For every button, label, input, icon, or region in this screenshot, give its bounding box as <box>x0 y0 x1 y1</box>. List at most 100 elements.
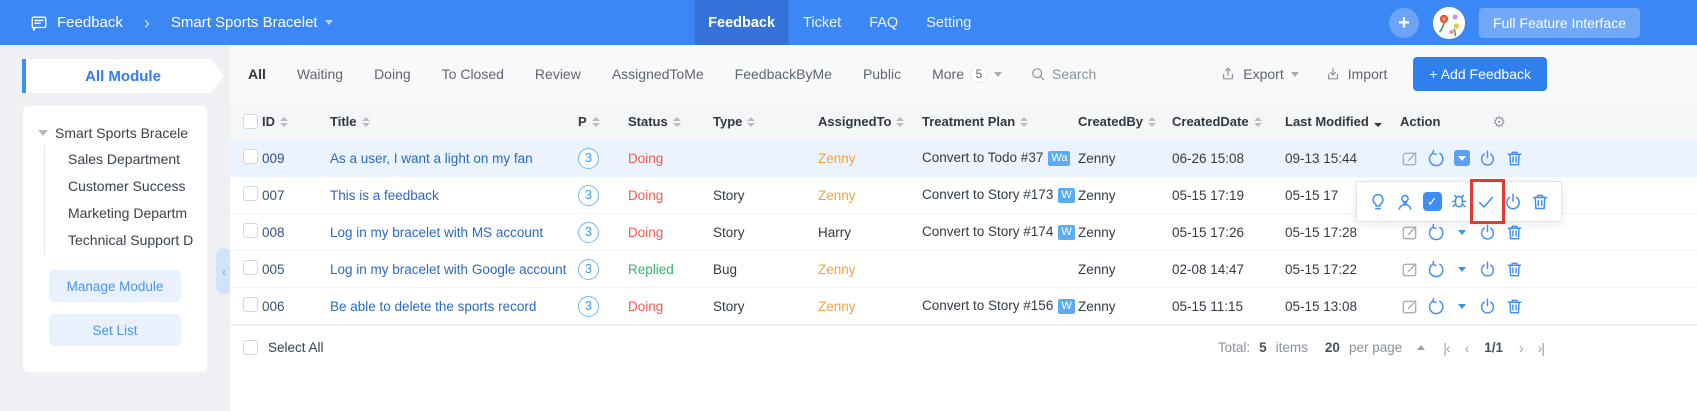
power-icon[interactable] <box>1478 260 1497 279</box>
power-icon[interactable] <box>1478 149 1497 168</box>
filter-all[interactable]: All <box>248 66 266 82</box>
search-toggle[interactable]: Search <box>1030 66 1096 82</box>
column-last-modified[interactable]: Last Modified <box>1285 114 1400 129</box>
last-modified: 05-15 17:22 <box>1285 262 1400 277</box>
edit-icon[interactable] <box>1400 260 1419 279</box>
add-feedback-button[interactable]: + Add Feedback <box>1413 57 1547 91</box>
bug-icon[interactable] <box>1449 192 1469 212</box>
more-actions-caret[interactable] <box>1454 298 1470 314</box>
assigned-to: Harry <box>818 225 922 240</box>
row-checkbox[interactable] <box>243 186 258 201</box>
tree-collapse-icon[interactable] <box>38 130 48 136</box>
more-actions-caret[interactable] <box>1454 261 1470 277</box>
feedback-id[interactable]: 007 <box>262 188 330 203</box>
last-modified: 05-15 13:08 <box>1285 299 1400 314</box>
full-feature-button[interactable]: Full Feature Interface <box>1479 8 1640 38</box>
column-assignedto[interactable]: AssignedTo <box>818 114 922 129</box>
reply-icon[interactable] <box>1427 260 1446 279</box>
edit-icon[interactable] <box>1400 149 1419 168</box>
select-all-checkbox[interactable] <box>243 340 258 355</box>
trash-icon[interactable] <box>1530 192 1550 212</box>
per-page-label[interactable]: per page <box>1349 340 1402 355</box>
feedback-title-link[interactable]: This is a feedback <box>330 188 439 203</box>
tab-setting[interactable]: Setting <box>912 0 985 45</box>
reply-icon[interactable] <box>1427 223 1446 242</box>
trash-icon[interactable] <box>1505 297 1524 316</box>
feedback-id[interactable]: 006 <box>262 299 330 314</box>
filter-assignedtome[interactable]: AssignedToMe <box>612 66 704 82</box>
feedback-title-link[interactable]: Log in my bracelet with MS account <box>330 225 543 240</box>
filter-public[interactable]: Public <box>863 66 901 82</box>
row-checkbox[interactable] <box>243 149 258 164</box>
edit-icon[interactable] <box>1400 223 1419 242</box>
trash-icon[interactable] <box>1505 149 1524 168</box>
filter-doing[interactable]: Doing <box>374 66 411 82</box>
column-status[interactable]: Status <box>628 114 713 129</box>
export-button[interactable]: Export <box>1220 66 1298 82</box>
header-checkbox[interactable] <box>243 114 258 129</box>
row-checkbox[interactable] <box>243 223 258 238</box>
gear-icon[interactable]: ⚙ <box>1492 113 1505 131</box>
tree-item[interactable]: Sales Department <box>45 146 207 173</box>
filter-review[interactable]: Review <box>535 66 581 82</box>
project-selector[interactable]: Smart Sports Bracelet <box>171 14 333 31</box>
feedback-title-link[interactable]: Be able to delete the sports record <box>330 299 536 314</box>
prev-page-button[interactable]: ‹ <box>1462 340 1472 356</box>
first-page-button[interactable]: |‹ <box>1440 340 1452 356</box>
lightbulb-icon[interactable] <box>1368 192 1388 212</box>
checkbox-checked-icon[interactable]: ✓ <box>1423 192 1442 211</box>
set-list-button[interactable]: Set List <box>49 314 181 346</box>
status-label: Doing <box>628 225 713 240</box>
row-checkbox[interactable] <box>243 260 258 275</box>
reply-icon[interactable] <box>1427 297 1446 316</box>
column-type[interactable]: Type <box>713 114 818 129</box>
check-icon[interactable] <box>1476 192 1496 212</box>
filter-waiting[interactable]: Waiting <box>297 66 343 82</box>
last-modified: 09-13 15:44 <box>1285 151 1400 166</box>
tree-item[interactable]: Technical Support D <box>45 227 207 254</box>
avatar[interactable] <box>1433 7 1465 39</box>
chevron-up-icon[interactable] <box>1417 345 1425 350</box>
reply-icon[interactable] <box>1427 149 1446 168</box>
tab-feedback[interactable]: Feedback <box>694 0 789 45</box>
feedback-title-link[interactable]: As a user, I want a light on my fan <box>330 151 533 166</box>
quick-add-button[interactable]: + <box>1389 8 1419 38</box>
manage-module-button[interactable]: Manage Module <box>49 270 181 302</box>
import-button[interactable]: Import <box>1325 66 1388 82</box>
column-id[interactable]: ID <box>262 114 330 129</box>
feedback-id[interactable]: 008 <box>262 225 330 240</box>
tree-item[interactable]: Marketing Departm <box>45 200 207 227</box>
power-icon[interactable] <box>1478 223 1497 242</box>
column-createddate[interactable]: CreatedDate <box>1172 114 1285 129</box>
per-page-count[interactable]: 20 <box>1325 340 1340 355</box>
tab-ticket[interactable]: Ticket <box>789 0 855 45</box>
feedback-id[interactable]: 009 <box>262 151 330 166</box>
power-icon[interactable] <box>1478 297 1497 316</box>
user-icon[interactable] <box>1395 192 1415 212</box>
filter-to-closed[interactable]: To Closed <box>442 66 504 82</box>
last-page-button[interactable]: ›| <box>1535 340 1547 356</box>
row-checkbox[interactable] <box>243 297 258 312</box>
column-p[interactable]: P <box>578 114 628 129</box>
power-icon[interactable] <box>1503 192 1523 212</box>
filter-feedbackbyme[interactable]: FeedbackByMe <box>735 66 832 82</box>
priority-badge: 3 <box>578 185 599 206</box>
edit-icon[interactable] <box>1400 297 1419 316</box>
assigned-to: Zenny <box>818 262 922 277</box>
trash-icon[interactable] <box>1505 260 1524 279</box>
feedback-title-link[interactable]: Log in my bracelet with Google account <box>330 262 566 277</box>
feedback-id[interactable]: 005 <box>262 262 330 277</box>
tree-root-item[interactable]: Smart Sports Bracele <box>23 119 207 146</box>
more-filter[interactable]: More 5 <box>932 65 1002 83</box>
more-actions-caret[interactable] <box>1454 150 1470 166</box>
tree-item[interactable]: Customer Success <box>45 173 207 200</box>
column-treatment-plan[interactable]: Treatment Plan <box>922 114 1078 129</box>
all-module-tab[interactable]: All Module <box>22 59 224 93</box>
column-title[interactable]: Title <box>330 114 578 129</box>
more-actions-caret[interactable] <box>1454 224 1470 240</box>
column-createdby[interactable]: CreatedBy <box>1078 114 1172 129</box>
app-title[interactable]: Feedback <box>57 14 123 31</box>
trash-icon[interactable] <box>1505 223 1524 242</box>
next-page-button[interactable]: › <box>1516 340 1526 356</box>
tab-faq[interactable]: FAQ <box>855 0 912 45</box>
